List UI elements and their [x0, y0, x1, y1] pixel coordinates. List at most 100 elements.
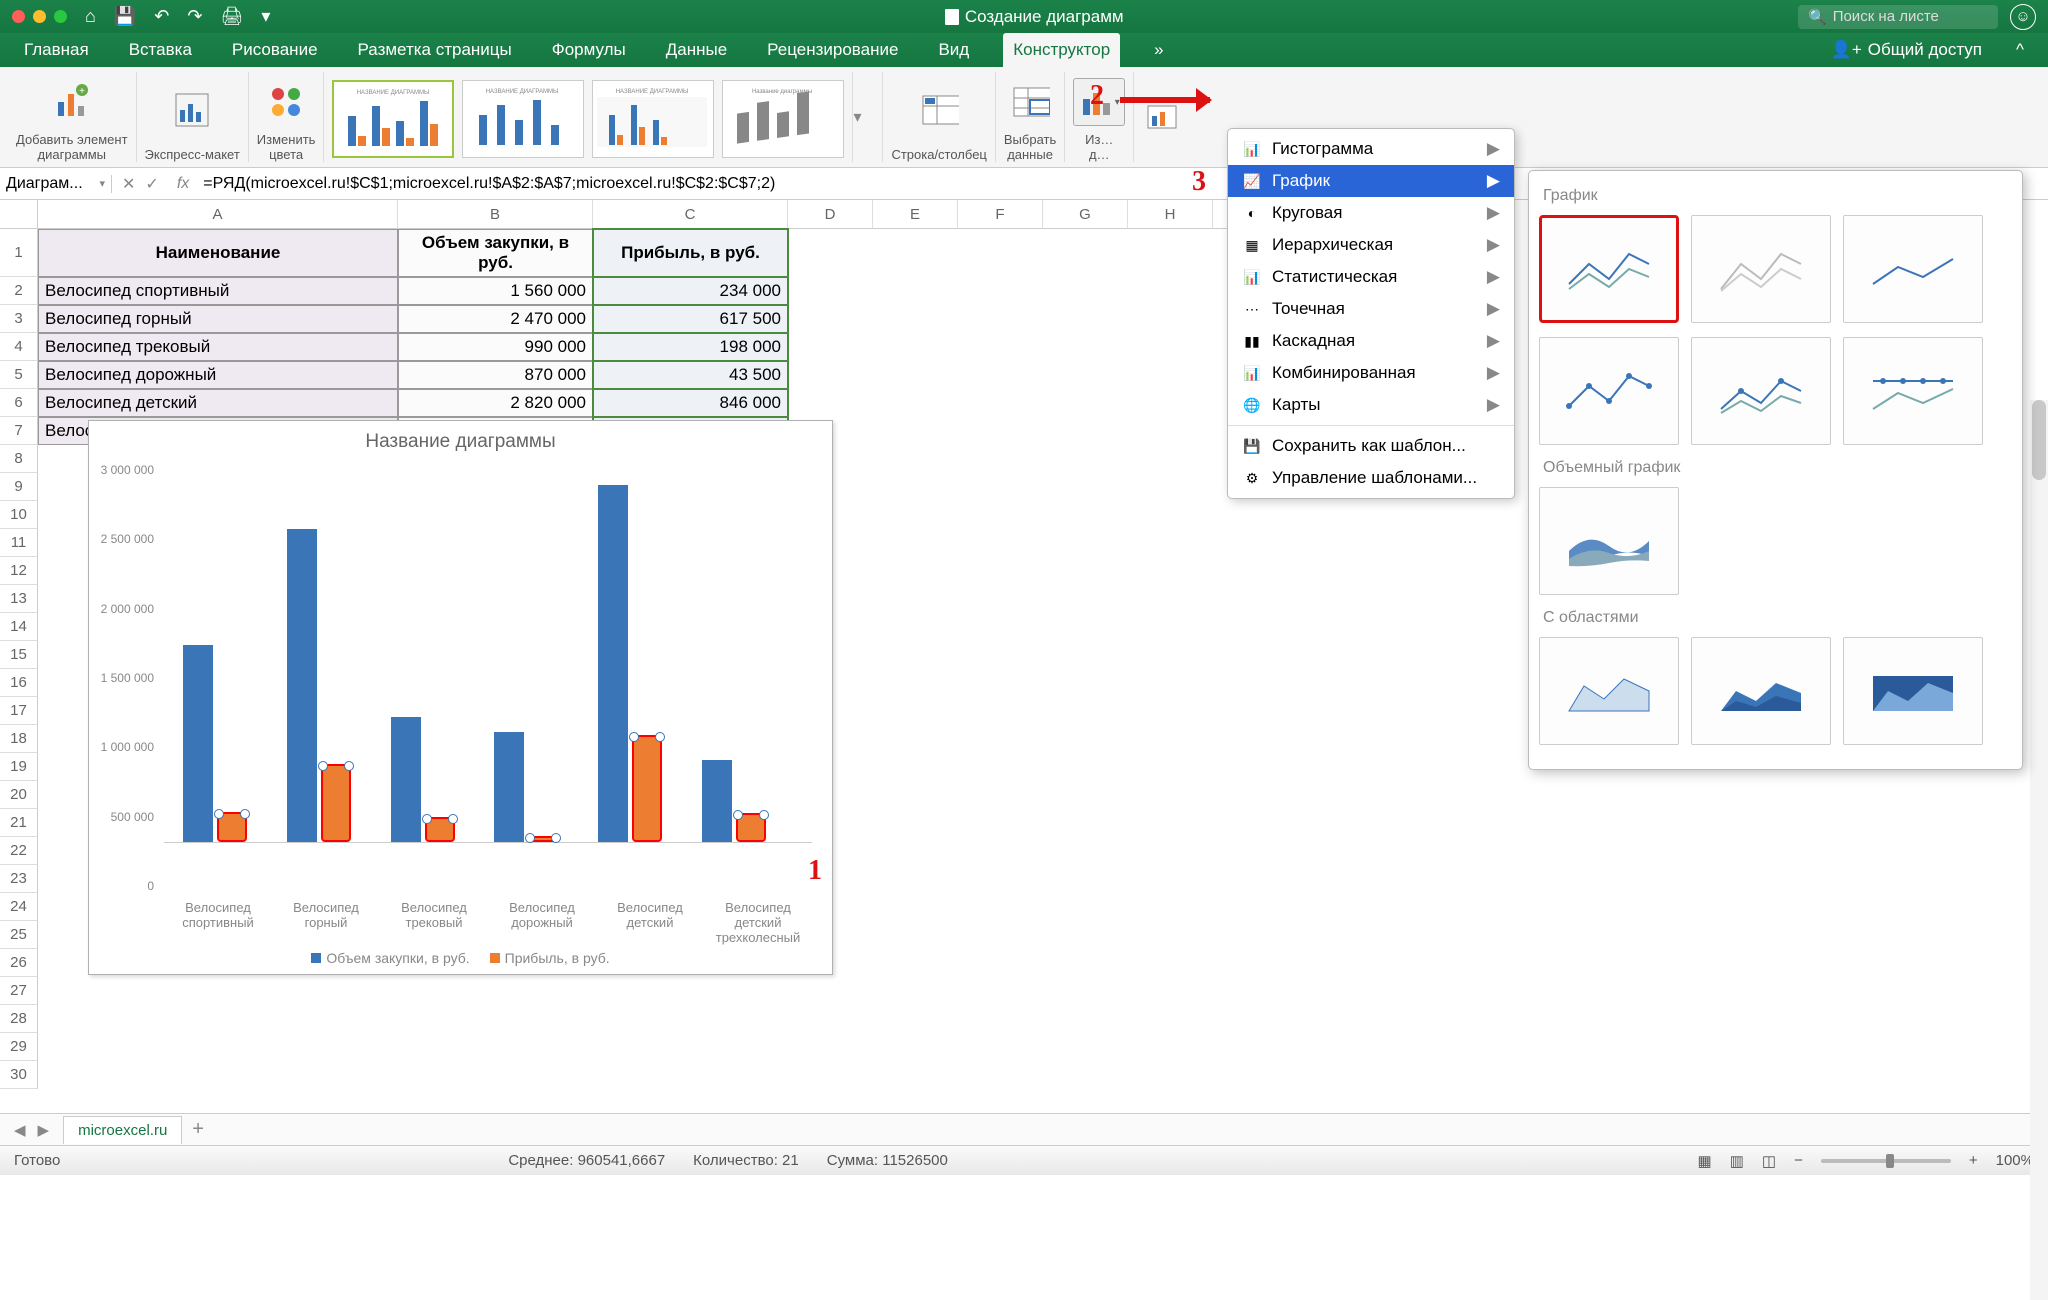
cell[interactable]: 846 000 — [593, 389, 788, 417]
row-header[interactable]: 21 — [0, 809, 38, 837]
row-header[interactable]: 26 — [0, 949, 38, 977]
share-button[interactable]: 👤+ Общий доступ — [1831, 40, 1982, 60]
embedded-chart[interactable]: Название диаграммы 3 000 0002 500 0002 0… — [88, 420, 833, 975]
row-header[interactable]: 8 — [0, 445, 38, 473]
row-header[interactable]: 17 — [0, 697, 38, 725]
cell[interactable]: 870 000 — [398, 361, 593, 389]
tab-data[interactable]: Данные — [660, 36, 733, 64]
tab-home[interactable]: Главная — [18, 36, 95, 64]
view-page-break-icon[interactable]: ◫ — [1762, 1152, 1776, 1170]
change-colors-button[interactable]: Изменить цвета — [249, 72, 325, 162]
user-icon[interactable]: ☺ — [2010, 4, 2036, 30]
save-icon[interactable]: 💾 — [114, 6, 136, 27]
cancel-formula-icon[interactable]: ✕ — [122, 174, 135, 194]
switch-row-column-button[interactable]: Строка/столбец — [883, 72, 995, 162]
row-header[interactable]: 30 — [0, 1061, 38, 1089]
cell[interactable]: 617 500 — [593, 305, 788, 333]
chart-style-2[interactable]: НАЗВАНИЕ ДИАГРАММЫ — [462, 80, 584, 158]
row-header[interactable]: 18 — [0, 725, 38, 753]
row-header[interactable]: 20 — [0, 781, 38, 809]
prev-sheet-icon[interactable]: ◀ — [8, 1121, 32, 1139]
cell[interactable]: 43 500 — [593, 361, 788, 389]
row-header[interactable]: 22 — [0, 837, 38, 865]
next-sheet-icon[interactable]: ▶ — [32, 1121, 56, 1139]
tab-formulas[interactable]: Формулы — [546, 36, 632, 64]
cell[interactable]: 2 470 000 — [398, 305, 593, 333]
tab-more[interactable]: » — [1148, 36, 1169, 64]
row-header[interactable]: 10 — [0, 501, 38, 529]
row-header[interactable]: 12 — [0, 557, 38, 585]
tab-page-layout[interactable]: Разметка страницы — [352, 36, 518, 64]
tab-review[interactable]: Рецензирование — [761, 36, 904, 64]
fx-icon[interactable]: fx — [169, 175, 197, 193]
row-header[interactable]: 7 — [0, 417, 38, 445]
row-header[interactable]: 27 — [0, 977, 38, 1005]
vertical-scrollbar[interactable] — [2030, 400, 2048, 1300]
zoom-level[interactable]: 100% — [1996, 1152, 2034, 1169]
menu-item-statistical[interactable]: 📊Статистическая▶ — [1228, 261, 1514, 293]
column-header[interactable]: B — [398, 200, 593, 229]
select-all-corner[interactable] — [0, 200, 38, 229]
column-header[interactable]: A — [38, 200, 398, 229]
cell[interactable]: 990 000 — [398, 333, 593, 361]
sheet-tab[interactable]: microexcel.ru — [63, 1116, 182, 1144]
cell[interactable]: 1 560 000 — [398, 277, 593, 305]
redo-icon[interactable]: ↷ — [187, 6, 202, 27]
add-sheet-icon[interactable]: + — [182, 1118, 214, 1141]
collapse-ribbon-icon[interactable]: ^ — [2010, 36, 2030, 64]
area-chart-option-1[interactable] — [1539, 637, 1679, 745]
select-data-button[interactable]: Выбрать данные — [996, 72, 1065, 162]
row-header[interactable]: 13 — [0, 585, 38, 613]
cell[interactable]: Велосипед детский — [38, 389, 398, 417]
row-header[interactable]: 23 — [0, 865, 38, 893]
zoom-slider[interactable] — [1821, 1159, 1951, 1163]
row-header[interactable]: 29 — [0, 1033, 38, 1061]
add-chart-element-button[interactable]: + Добавить элемент диаграммы — [8, 72, 137, 162]
menu-item-histogram[interactable]: 📊Гистограмма▶ — [1228, 133, 1514, 165]
row-header[interactable]: 9 — [0, 473, 38, 501]
row-header[interactable]: 1 — [0, 229, 38, 277]
zoom-out-icon[interactable]: − — [1794, 1152, 1803, 1169]
chart-style-1[interactable]: НАЗВАНИЕ ДИАГРАММЫ — [332, 80, 454, 158]
row-header[interactable]: 14 — [0, 613, 38, 641]
search-input[interactable]: 🔍 Поиск на листе — [1798, 5, 1998, 29]
name-box[interactable]: Диаграм...▾ — [0, 175, 112, 193]
row-header[interactable]: 24 — [0, 893, 38, 921]
row-header[interactable]: 28 — [0, 1005, 38, 1033]
line-chart-option-4[interactable] — [1539, 337, 1679, 445]
tab-view[interactable]: Вид — [932, 36, 975, 64]
view-normal-icon[interactable]: ▦ — [1698, 1152, 1712, 1170]
row-header[interactable]: 3 — [0, 305, 38, 333]
line-chart-option-2[interactable] — [1691, 215, 1831, 323]
tab-design[interactable]: Конструктор — [1003, 33, 1120, 67]
print-icon[interactable]: 🖨 — [220, 6, 243, 27]
line-3d-option-1[interactable] — [1539, 487, 1679, 595]
chart-style-4[interactable]: Название диаграммы — [722, 80, 844, 158]
tab-draw[interactable]: Рисование — [226, 36, 324, 64]
cell[interactable]: 198 000 — [593, 333, 788, 361]
cell[interactable]: 234 000 — [593, 277, 788, 305]
row-header[interactable]: 11 — [0, 529, 38, 557]
row-header[interactable]: 25 — [0, 921, 38, 949]
chart-legend[interactable]: Объем закупки, в руб. Прибыль, в руб. — [89, 950, 832, 966]
menu-item-line[interactable]: 📈График▶ — [1228, 165, 1514, 197]
menu-item-pie[interactable]: ◐Круговая▶ — [1228, 197, 1514, 229]
line-chart-option-6[interactable] — [1843, 337, 1983, 445]
line-chart-option-5[interactable] — [1691, 337, 1831, 445]
cell[interactable]: Велосипед дорожный — [38, 361, 398, 389]
close-window-icon[interactable] — [12, 10, 25, 23]
row-header[interactable]: 4 — [0, 333, 38, 361]
row-header[interactable]: 6 — [0, 389, 38, 417]
quick-layout-button[interactable]: Экспресс-макет — [137, 72, 249, 162]
menu-item-save-template[interactable]: 💾Сохранить как шаблон... — [1228, 430, 1514, 462]
area-chart-option-3[interactable] — [1843, 637, 1983, 745]
column-header[interactable]: E — [873, 200, 958, 229]
home-icon[interactable]: ⌂ — [85, 6, 96, 27]
line-chart-option-3[interactable] — [1843, 215, 1983, 323]
row-header[interactable]: 5 — [0, 361, 38, 389]
column-header[interactable]: D — [788, 200, 873, 229]
maximize-window-icon[interactable] — [54, 10, 67, 23]
menu-item-maps[interactable]: 🌐Карты▶ — [1228, 389, 1514, 421]
menu-item-scatter[interactable]: ⋯Точечная▶ — [1228, 293, 1514, 325]
area-chart-option-2[interactable] — [1691, 637, 1831, 745]
